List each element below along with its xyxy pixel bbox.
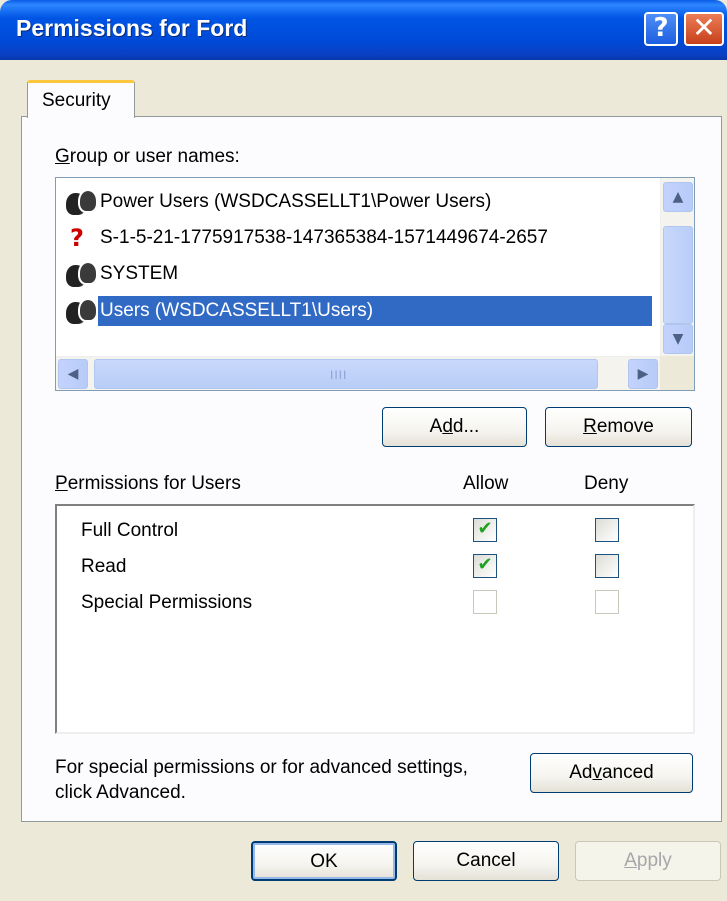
permission-name: Special Permissions xyxy=(81,592,253,613)
list-item-selected[interactable]: Users (WSDCASSELLT1\Users) xyxy=(64,295,652,327)
unknown-account-icon: ? xyxy=(70,224,84,252)
tab-security[interactable]: Security xyxy=(27,80,135,118)
chevron-right-icon: ▶ xyxy=(637,366,649,382)
read-deny-checkbox[interactable] xyxy=(595,554,619,578)
list-item[interactable]: ? S-1-5-21-1775917538-147365384-15714496… xyxy=(64,222,552,254)
chevron-up-icon: ▲ xyxy=(672,189,684,205)
chevron-down-icon: ▼ xyxy=(672,331,684,347)
allow-column-header: Allow xyxy=(463,473,509,494)
horizontal-scrollbar[interactable]: ◀ IIII ▶ xyxy=(56,356,660,390)
vertical-scroll-thumb[interactable] xyxy=(663,226,693,324)
advanced-note-line1: For special permissions or for advanced … xyxy=(55,757,468,778)
close-icon: ✕ xyxy=(692,11,716,44)
permission-name: Full Control xyxy=(81,520,179,541)
vertical-scrollbar[interactable]: ▲ ▼ xyxy=(660,178,694,358)
close-button[interactable]: ✕ xyxy=(684,12,724,46)
group-icon xyxy=(64,187,98,217)
deny-column-header: Deny xyxy=(584,473,629,494)
group-icon xyxy=(64,259,98,289)
group-icon xyxy=(64,296,98,326)
help-button[interactable]: ? xyxy=(644,12,678,46)
remove-button[interactable]: Remove xyxy=(545,407,692,447)
full-control-allow-checkbox[interactable]: ✔ xyxy=(473,518,497,542)
permissions-list[interactable]: Full Control ✔ Read ✔ Special Permission… xyxy=(55,504,695,734)
read-allow-checkbox[interactable]: ✔ xyxy=(473,554,497,578)
chevron-left-icon: ◀ xyxy=(67,366,79,382)
permissions-label: Permissions for Users xyxy=(55,473,241,494)
advanced-note-line2: click Advanced. xyxy=(55,782,186,803)
group-list-label: Group or user names: xyxy=(55,146,240,167)
scroll-right-button[interactable]: ▶ xyxy=(628,359,658,389)
permission-name: Read xyxy=(81,556,127,577)
special-permissions-deny-checkbox xyxy=(595,590,619,614)
scroll-left-button[interactable]: ◀ xyxy=(58,359,88,389)
list-item[interactable]: Power Users (WSDCASSELLT1\Power Users) xyxy=(64,186,495,218)
title-bar[interactable]: Permissions for Ford ? ✕ xyxy=(0,0,727,60)
special-permissions-allow-checkbox xyxy=(473,590,497,614)
list-item[interactable]: SYSTEM xyxy=(64,258,182,290)
advanced-button[interactable]: Advanced xyxy=(530,753,693,793)
group-user-list[interactable]: Power Users (WSDCASSELLT1\Power Users) ?… xyxy=(55,177,695,391)
horizontal-scroll-thumb[interactable]: IIII xyxy=(94,359,598,389)
scrollbar-corner xyxy=(660,356,694,390)
cancel-button[interactable]: Cancel xyxy=(413,841,559,881)
window-title: Permissions for Ford xyxy=(16,15,248,41)
checkmark-icon: ✔ xyxy=(477,554,493,575)
tab-security-label: Security xyxy=(42,90,111,111)
scroll-up-button[interactable]: ▲ xyxy=(663,182,693,212)
scroll-down-button[interactable]: ▼ xyxy=(663,324,693,354)
apply-button: Apply xyxy=(575,841,721,881)
ok-button[interactable]: OK xyxy=(251,841,397,881)
full-control-deny-checkbox[interactable] xyxy=(595,518,619,542)
help-icon: ? xyxy=(653,13,669,43)
add-button[interactable]: Add... xyxy=(382,407,527,447)
scroll-grip-icon: IIII xyxy=(330,368,348,382)
checkmark-icon: ✔ xyxy=(477,518,493,539)
